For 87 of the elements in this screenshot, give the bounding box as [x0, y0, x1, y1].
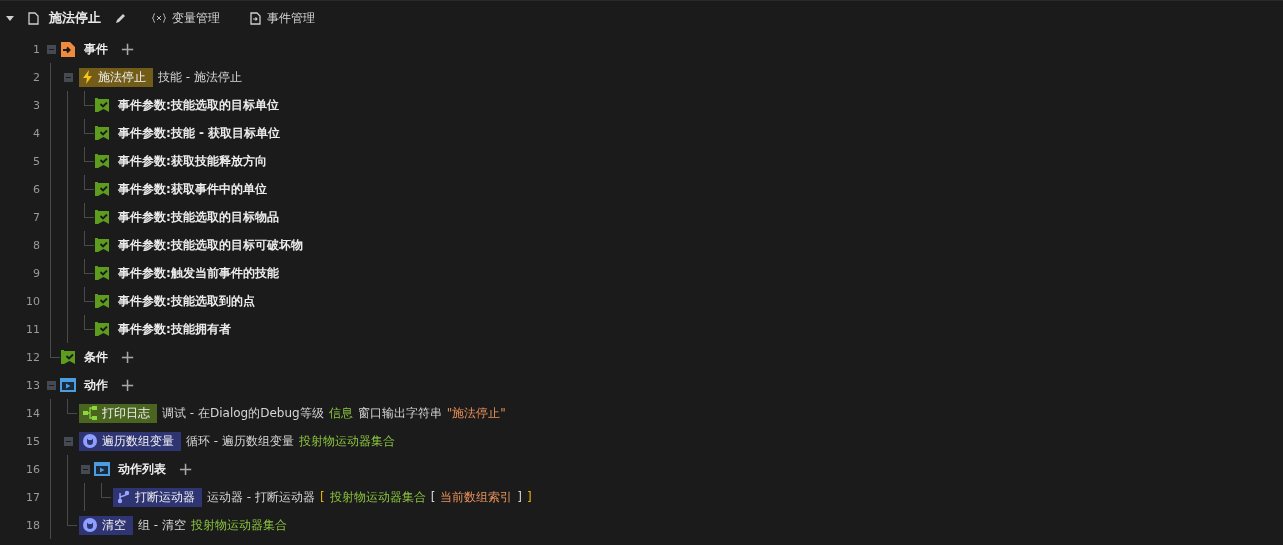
flag-check-icon [60, 349, 76, 365]
node-label: 条件 [84, 348, 108, 366]
flag-check-icon [94, 209, 110, 225]
node-description: 技能 - 施法停止 [158, 68, 242, 86]
line-number: 18 [25, 518, 41, 532]
line-number: 14 [25, 406, 41, 420]
collapse-toggle[interactable] [63, 436, 73, 446]
shield-circle-icon [83, 518, 97, 532]
flag-check-icon [94, 153, 110, 169]
node-description: ] [527, 490, 532, 504]
node-label: 事件参数:获取事件中的单位 [118, 180, 267, 198]
line-number: 7 [32, 210, 41, 224]
line-number: 11 [25, 322, 41, 336]
line-number: 16 [25, 462, 41, 476]
expand-caret-icon[interactable] [6, 14, 14, 22]
branch-icon [117, 490, 130, 504]
file-icon [28, 11, 39, 25]
flag-check-icon [94, 321, 110, 337]
line-number: 6 [32, 182, 41, 196]
flag-check-icon [94, 125, 110, 141]
line-number: 17 [25, 490, 41, 504]
shield-circle-icon [83, 434, 97, 448]
lightning-icon [83, 70, 93, 84]
node-label: 动作列表 [118, 460, 166, 478]
node-tag[interactable]: 施法停止 [79, 67, 153, 87]
play-window-icon [60, 378, 76, 392]
add-button[interactable]: + [116, 376, 140, 394]
collapse-toggle[interactable] [46, 380, 56, 390]
line-number: 8 [32, 238, 41, 252]
flag-check-icon [94, 181, 110, 197]
node-tag[interactable]: 打断运动器 [113, 487, 202, 507]
line-number: 2 [32, 70, 41, 84]
flag-check-icon [94, 293, 110, 309]
pencil-icon[interactable] [115, 12, 126, 24]
line-number: 15 [25, 434, 41, 448]
node-label: 事件参数:技能选取的目标单位 [118, 96, 279, 114]
node-description: 信息 [328, 404, 353, 422]
line-number: 4 [32, 126, 41, 140]
node-label: 事件参数:技能选取到的点 [118, 292, 255, 310]
node-description: 当前数组索引 [440, 488, 513, 506]
flag-check-icon [94, 97, 110, 113]
node-label: 事件参数:技能拥有者 [118, 320, 231, 338]
node-label: 事件参数:技能 - 获取目标单位 [118, 124, 281, 142]
node-description: 调试 - 在Dialog的Debug等级 [162, 404, 324, 422]
node-description: [ [430, 490, 436, 504]
flag-check-icon [94, 265, 110, 281]
node-description: 窗口输出字符串 [357, 404, 442, 422]
node-label: 事件参数:获取技能释放方向 [118, 152, 267, 170]
node-description: 投射物运动器集合 [298, 432, 395, 450]
node-tag[interactable]: 打印日志 [79, 403, 157, 423]
line-number: 12 [25, 350, 41, 364]
node-label: 事件 [84, 40, 108, 58]
node-label: 事件参数:技能选取的目标物品 [118, 208, 279, 226]
node-label: 事件参数:触发当前事件的技能 [118, 264, 279, 282]
add-button[interactable]: + [116, 348, 140, 366]
node-description: ] [517, 490, 523, 504]
node-description: 投射物运动器集合 [190, 516, 287, 534]
manager-tab[interactable]: 事件管理 [246, 9, 319, 27]
document-arrow-icon [60, 40, 76, 58]
node-tag[interactable]: 清空 [79, 515, 133, 535]
node-description: "施法停止" [446, 404, 506, 422]
collapse-toggle[interactable] [80, 464, 90, 474]
collapse-toggle[interactable] [46, 44, 56, 54]
add-button[interactable]: + [116, 40, 140, 58]
file-arrow-icon [250, 11, 261, 25]
node-description: 组 - 清空 [138, 516, 186, 534]
node-tree-icon [83, 406, 97, 420]
node-label: 事件参数:技能选取的目标可破坏物 [118, 236, 303, 254]
node-description: 投射物运动器集合 [329, 488, 426, 506]
play-window-icon [94, 462, 110, 476]
line-number: 9 [32, 266, 41, 280]
node-description: 循环 - 遍历数组变量 [186, 432, 294, 450]
line-number: 13 [25, 378, 41, 392]
node-description: [ [319, 490, 325, 504]
line-number: 1 [32, 42, 41, 56]
collapse-toggle[interactable] [63, 72, 73, 82]
node-tag[interactable]: 遍历数组变量 [79, 431, 181, 451]
event-title: 施法停止 [49, 9, 101, 27]
add-button[interactable]: + [174, 460, 198, 478]
line-number: 3 [32, 98, 41, 112]
line-number: 10 [25, 294, 41, 308]
flag-check-icon [94, 237, 110, 253]
manager-tab[interactable]: 变量管理 [148, 9, 224, 27]
line-number: 5 [32, 154, 41, 168]
variable-icon [152, 13, 166, 23]
node-description: 运动器 - 打断运动器 [207, 488, 315, 506]
node-label: 动作 [84, 376, 108, 394]
